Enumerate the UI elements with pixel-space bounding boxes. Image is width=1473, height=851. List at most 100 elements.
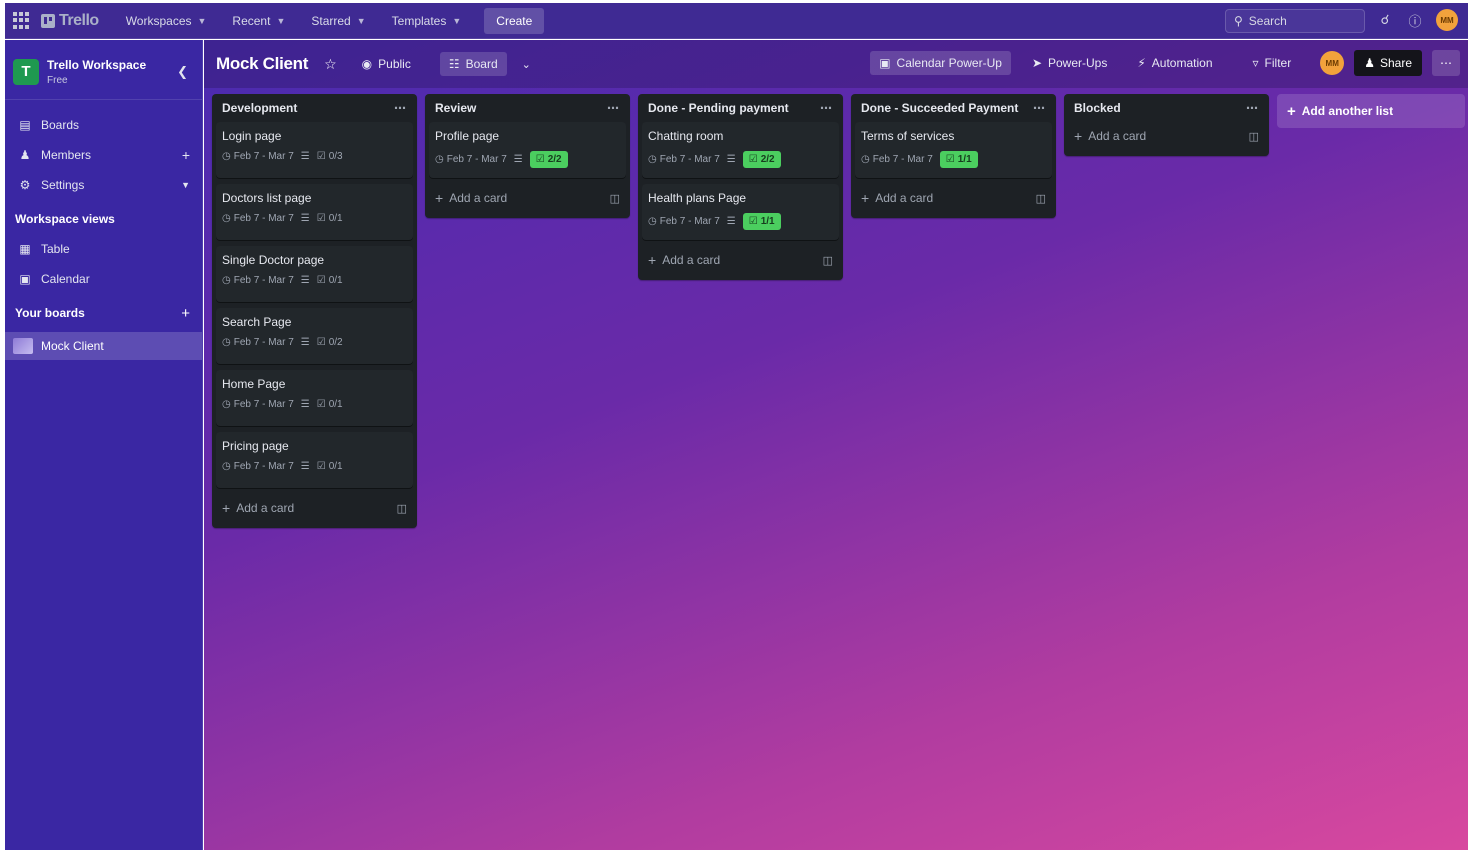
card[interactable]: Home Page ◷ Feb 7 - Mar 7 ☰ ☑ 0/1 xyxy=(216,370,413,426)
sidebar-item-label: Table xyxy=(41,242,70,256)
list-header[interactable]: Done - Pending payment ⋯ xyxy=(642,94,839,122)
list-title[interactable]: Review xyxy=(435,101,476,115)
templates-menu[interactable]: Templates ▼ xyxy=(383,9,471,33)
sidebar-item-calendar[interactable]: ▣ Calendar xyxy=(5,264,202,294)
due-date-badge: ◷ Feb 7 - Mar 7 xyxy=(222,399,294,410)
list-menu-icon[interactable]: ⋯ xyxy=(820,101,833,115)
checklist-count: 0/1 xyxy=(328,461,343,472)
collapse-sidebar-icon[interactable]: ❮ xyxy=(177,64,188,80)
more-options-icon[interactable]: ⋯ xyxy=(1432,50,1460,76)
card-template-icon[interactable]: ◫ xyxy=(397,502,407,515)
checklist-icon: ☑ xyxy=(316,151,326,162)
search-input[interactable]: ⚲ Search xyxy=(1225,9,1365,33)
checklist-count: 0/3 xyxy=(328,151,343,162)
list-header[interactable]: Done - Succeeded Payment ⋯ xyxy=(855,94,1052,122)
card[interactable]: Chatting room ◷ Feb 7 - Mar 7 ☰ ☑ 2/2 xyxy=(642,122,839,178)
sidebar-item-settings[interactable]: ⚙ Settings ▼ xyxy=(5,170,202,200)
clock-icon: ◷ xyxy=(648,154,657,165)
powerups-button[interactable]: ➤ Power-Ups xyxy=(1023,51,1116,75)
starred-menu[interactable]: Starred ▼ xyxy=(302,9,374,33)
calendar-powerup-button[interactable]: ▣ Calendar Power-Up xyxy=(870,51,1011,75)
checklist-count: 0/2 xyxy=(328,337,343,348)
card[interactable]: Doctors list page ◷ Feb 7 - Mar 7 ☰ ☑ 0/1 xyxy=(216,184,413,240)
list-title[interactable]: Done - Pending payment xyxy=(648,101,789,115)
checklist-count: 2/2 xyxy=(547,154,562,165)
card[interactable]: Pricing page ◷ Feb 7 - Mar 7 ☰ ☑ 0/1 xyxy=(216,432,413,488)
workspace-logo[interactable]: T xyxy=(13,58,39,85)
list-header[interactable]: Development ⋯ xyxy=(216,94,413,122)
list-header[interactable]: Blocked ⋯ xyxy=(1068,94,1265,122)
star-icon[interactable]: ☆ xyxy=(324,56,337,73)
list-development[interactable]: Development ⋯ Login page ◷ Feb 7 - Mar 7 … xyxy=(212,94,417,528)
card[interactable]: Search Page ◷ Feb 7 - Mar 7 ☰ ☑ 0/2 xyxy=(216,308,413,364)
list-title[interactable]: Blocked xyxy=(1074,101,1121,115)
help-icon[interactable]: ⓘ xyxy=(1406,11,1424,29)
share-button[interactable]: ♟ Share xyxy=(1354,50,1422,76)
card[interactable]: Terms of services ◷ Feb 7 - Mar 7 ☑ 1/1 xyxy=(855,122,1052,178)
add-card-button[interactable]: + Add a card ◫ xyxy=(855,184,1052,212)
trello-logo[interactable]: Trello xyxy=(41,12,99,30)
add-member-icon[interactable]: + xyxy=(182,147,190,163)
sidebar-item-label: Boards xyxy=(41,118,80,132)
due-date-badge: ◷ Feb 7 - Mar 7 xyxy=(222,337,294,348)
checklist-icon: ☑ xyxy=(945,154,955,165)
app-switcher-icon[interactable] xyxy=(13,11,31,30)
card-template-icon[interactable]: ◫ xyxy=(1249,130,1259,143)
add-person-icon: ♟ xyxy=(1364,56,1375,70)
list-done-succeeded-payment[interactable]: Done - Succeeded Payment ⋯ Terms of serv… xyxy=(851,94,1056,218)
chevron-down-icon: ▼ xyxy=(197,15,207,26)
card-template-icon[interactable]: ◫ xyxy=(1036,192,1046,205)
trello-logo-text: Trello xyxy=(59,11,99,29)
add-card-button[interactable]: + Add a card ◫ xyxy=(429,184,626,212)
list-review[interactable]: Review ⋯ Profile page ◷ Feb 7 - Mar 7 ☰ ☑… xyxy=(425,94,630,218)
checklist-badge: ☑ 0/1 xyxy=(317,461,343,472)
sidebar-item-table[interactable]: ▦ Table xyxy=(5,234,202,264)
view-switcher-chevron-icon[interactable]: ⌄ xyxy=(513,53,540,76)
list-title[interactable]: Development xyxy=(222,101,297,115)
description-icon: ☰ xyxy=(300,461,310,472)
list-menu-icon[interactable]: ⋯ xyxy=(1246,101,1259,115)
sidebar-item-members[interactable]: ♟ Members + xyxy=(5,140,202,170)
board-title[interactable]: Mock Client xyxy=(216,54,308,74)
list-header[interactable]: Review ⋯ xyxy=(429,94,626,122)
sidebar-board-mock-client[interactable]: Mock Client xyxy=(5,332,202,360)
description-icon: ☰ xyxy=(726,216,736,227)
filter-button[interactable]: ▿ Filter xyxy=(1244,51,1301,75)
list-title[interactable]: Done - Succeeded Payment xyxy=(861,101,1018,115)
workspace-name[interactable]: Trello Workspace xyxy=(47,58,146,72)
clock-icon: ◷ xyxy=(222,399,231,410)
add-another-list-button[interactable]: + Add another list xyxy=(1277,94,1465,128)
add-card-button[interactable]: + Add a card ◫ xyxy=(642,246,839,274)
recent-menu[interactable]: Recent ▼ xyxy=(223,9,294,33)
search-icon: ⚲ xyxy=(1234,14,1243,28)
add-board-icon[interactable]: + xyxy=(181,305,190,322)
list-blocked[interactable]: Blocked ⋯ + Add a card ◫ xyxy=(1064,94,1269,156)
user-avatar[interactable]: MM xyxy=(1436,9,1458,31)
automation-button[interactable]: ⚡ Automation xyxy=(1128,51,1221,75)
visibility-button[interactable]: ◉ Public xyxy=(353,52,420,76)
card[interactable]: Health plans Page ◷ Feb 7 - Mar 7 ☰ ☑ 1/1 xyxy=(642,184,839,240)
list-menu-icon[interactable]: ⋯ xyxy=(394,101,407,115)
workspaces-menu[interactable]: Workspaces ▼ xyxy=(117,9,216,33)
notification-bell-icon[interactable]: ☌ xyxy=(1376,11,1394,29)
sidebar: T Trello Workspace Free ❮ ▤ Boards ♟ Mem… xyxy=(5,40,203,850)
card-title: Profile page xyxy=(435,129,500,143)
clock-icon: ◷ xyxy=(222,461,231,472)
add-card-button[interactable]: + Add a card ◫ xyxy=(216,494,413,522)
workspace-info: Trello Workspace Free xyxy=(47,58,146,86)
card[interactable]: Single Doctor page ◷ Feb 7 - Mar 7 ☰ ☑ 0/1 xyxy=(216,246,413,302)
card[interactable]: Profile page ◷ Feb 7 - Mar 7 ☰ ☑ 2/2 xyxy=(429,122,626,178)
card-template-icon[interactable]: ◫ xyxy=(823,254,833,267)
add-card-button[interactable]: + Add a card ◫ xyxy=(1068,122,1265,150)
card[interactable]: Login page ◷ Feb 7 - Mar 7 ☰ ☑ 0/3 xyxy=(216,122,413,178)
sidebar-item-boards[interactable]: ▤ Boards xyxy=(5,110,202,140)
due-date-badge: ◷ Feb 7 - Mar 7 xyxy=(648,216,720,227)
card-badges: ◷ Feb 7 - Mar 7 ☰ ☑ 0/1 xyxy=(222,213,407,224)
list-menu-icon[interactable]: ⋯ xyxy=(1033,101,1046,115)
list-menu-icon[interactable]: ⋯ xyxy=(607,101,620,115)
list-done-pending-payment[interactable]: Done - Pending payment ⋯ Chatting room ◷… xyxy=(638,94,843,280)
board-member-avatar[interactable]: MM xyxy=(1320,51,1345,75)
create-button[interactable]: Create xyxy=(484,7,545,34)
card-template-icon[interactable]: ◫ xyxy=(610,192,620,205)
board-view-button[interactable]: ☷ Board xyxy=(439,52,507,76)
